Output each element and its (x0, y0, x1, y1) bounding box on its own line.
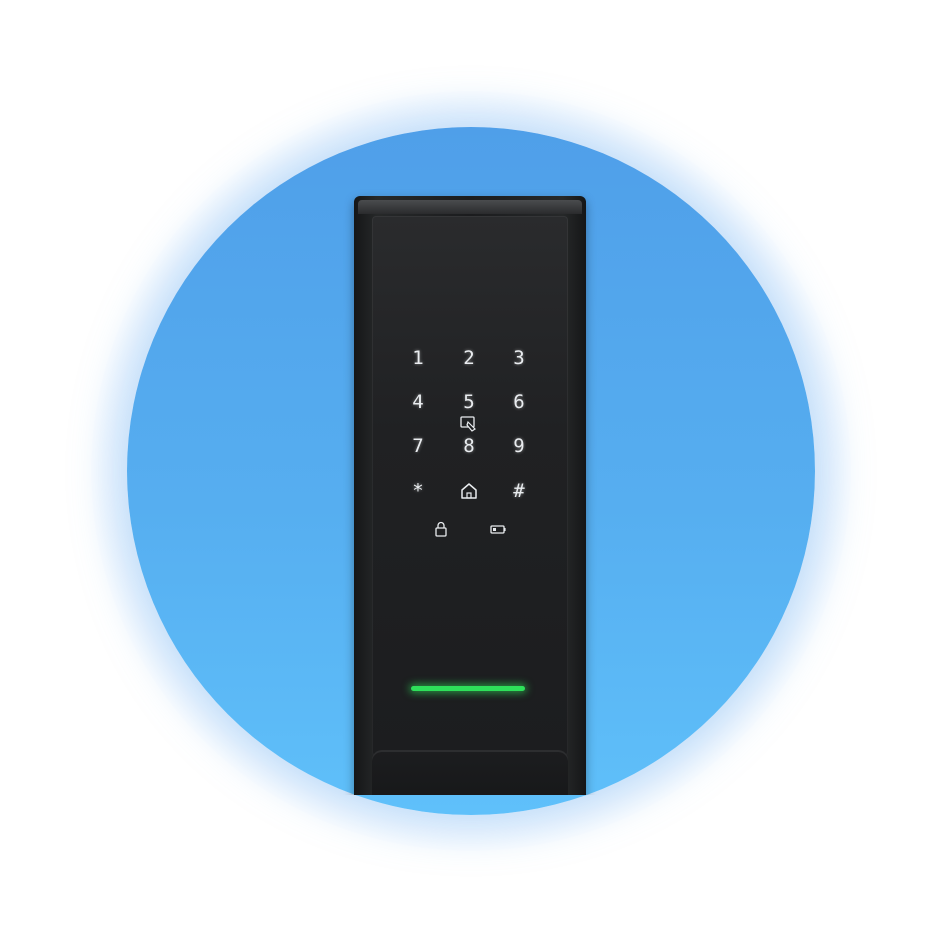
key-4[interactable]: 4 (398, 388, 438, 416)
battery-icon (488, 519, 508, 539)
key-star[interactable]: * (398, 477, 438, 505)
lock-clip: 1 2 3 4 5 6 7 8 9 * # (0, 0, 942, 795)
key-hash[interactable]: # (499, 477, 539, 505)
key-7[interactable]: 7 (398, 432, 438, 460)
key-8[interactable]: 8 (449, 432, 489, 460)
key-9[interactable]: 9 (499, 432, 539, 460)
keypad: 1 2 3 4 5 6 7 8 9 * # (372, 216, 568, 756)
key-6[interactable]: 6 (499, 388, 539, 416)
product-image-stage: 1 2 3 4 5 6 7 8 9 * # (0, 0, 942, 942)
smart-lock-body: 1 2 3 4 5 6 7 8 9 * # (354, 196, 586, 795)
keypad-panel: 1 2 3 4 5 6 7 8 9 * # (372, 216, 568, 756)
lock-icon (431, 519, 451, 539)
lock-top-rim (358, 200, 582, 214)
key-5[interactable]: 5 (449, 388, 489, 416)
key-2[interactable]: 2 (449, 344, 489, 372)
lock-handle[interactable] (372, 750, 568, 795)
status-led-bar (411, 686, 525, 691)
home-icon[interactable] (459, 481, 479, 501)
card-reader-icon (459, 414, 479, 434)
key-3[interactable]: 3 (499, 344, 539, 372)
key-1[interactable]: 1 (398, 344, 438, 372)
